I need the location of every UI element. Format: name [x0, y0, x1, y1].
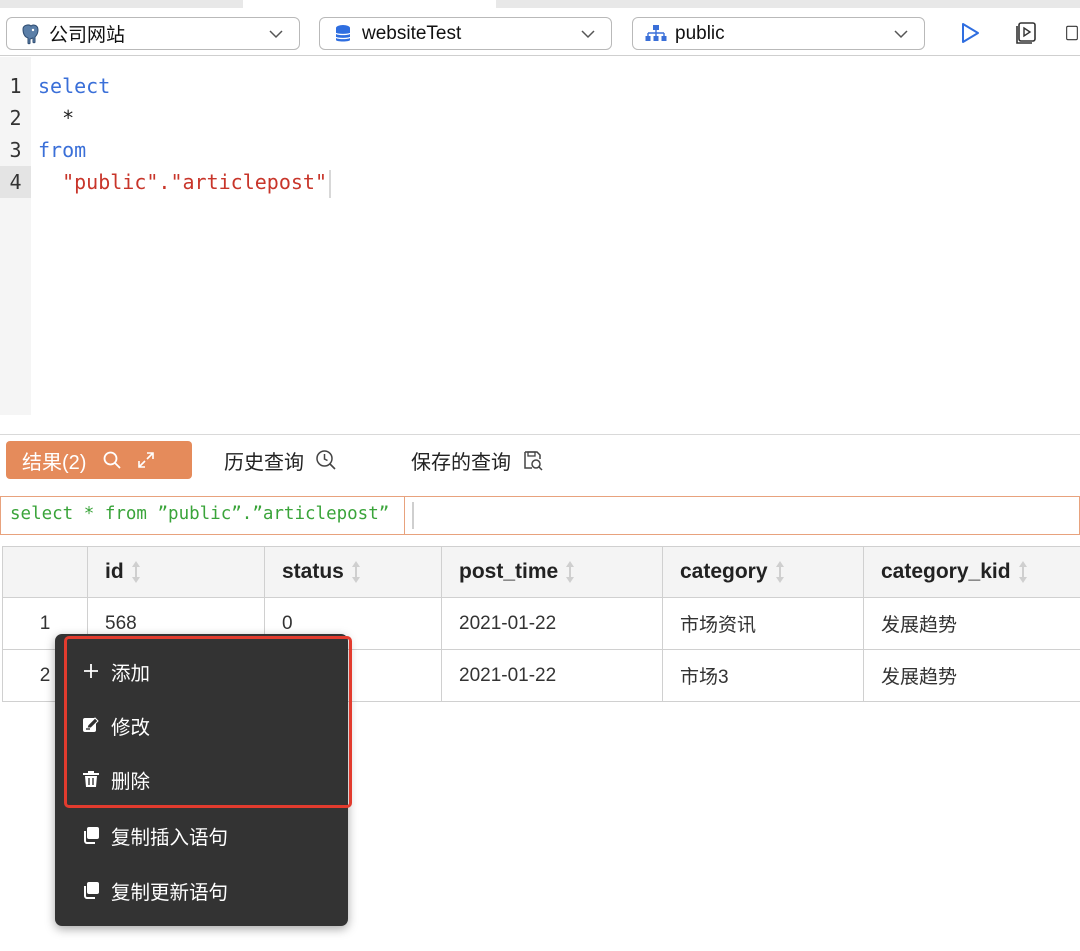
editor-line: 1 select: [0, 70, 1080, 102]
column-header-status[interactable]: status: [265, 547, 442, 597]
executed-query-text: select * from ”public”.”articlepost”: [10, 504, 390, 524]
column-header-post-time[interactable]: post_time: [442, 547, 663, 597]
column-header-category-kid[interactable]: category_kid: [864, 547, 1080, 597]
run-selection-button[interactable]: [1013, 20, 1039, 46]
column-header-label: category: [680, 560, 768, 583]
menu-item-label: 复制插入语句: [111, 826, 229, 849]
play-icon: [962, 23, 979, 43]
sql-editor[interactable]: 1 select 2 * 3 from 4 "public"."articlep…: [0, 57, 1080, 435]
row-context-menu: 添加 修改 删除 复制插入语句 复制更新语句: [55, 634, 348, 926]
query-bar-caret: [412, 502, 414, 529]
database-select[interactable]: websiteTest: [319, 17, 612, 50]
sort-arrows-icon[interactable]: [1017, 559, 1029, 585]
connection-select-value: 公司网站: [49, 25, 126, 46]
cell-post-time[interactable]: 2021-01-22: [442, 650, 663, 701]
copy-icon: [82, 826, 100, 844]
tab-history-label: 历史查询: [224, 451, 304, 474]
menu-item-edit[interactable]: 修改: [55, 700, 348, 750]
edit-icon: [82, 716, 100, 734]
result-tabs: 结果(2) 历史查询 保存的查询: [0, 436, 1080, 496]
column-header-label: category_kid: [881, 560, 1011, 583]
chevron-down-icon: [581, 30, 595, 39]
window-tab-strip: [0, 0, 1080, 8]
history-search-icon: [314, 448, 338, 472]
code-text: from: [38, 138, 87, 162]
tab-saved-label: 保存的查询: [411, 451, 511, 474]
query-display-bar[interactable]: select * from ”public”.”articlepost”: [0, 496, 1080, 535]
menu-item-delete[interactable]: 删除: [55, 754, 348, 804]
line-number: 4: [0, 166, 31, 198]
tab-results-label: 结果(2): [22, 451, 87, 474]
code-text: "public"."articlepost": [38, 166, 331, 198]
tab-results[interactable]: 结果(2): [6, 441, 192, 479]
cell-category[interactable]: 市场3: [663, 650, 864, 701]
column-header-label: post_time: [459, 560, 559, 583]
database-select-value: websiteTest: [362, 22, 462, 44]
window-button[interactable]: [1064, 20, 1080, 46]
column-header-label: status: [282, 560, 344, 583]
expand-icon[interactable]: [134, 448, 158, 472]
menu-item-copy-insert[interactable]: 复制插入语句: [55, 810, 348, 860]
column-header-id[interactable]: id: [88, 547, 265, 597]
text-caret: [328, 169, 331, 198]
sort-arrows-icon[interactable]: [350, 559, 362, 585]
query-bar-divider: [404, 497, 405, 534]
editor-line: 3 from: [0, 134, 1080, 166]
code-text: *: [38, 106, 75, 130]
column-header-category[interactable]: category: [663, 547, 864, 597]
run-query-button[interactable]: [957, 20, 983, 46]
tab-history[interactable]: 历史查询: [224, 441, 338, 479]
menu-item-label: 修改: [111, 716, 151, 739]
plus-icon: [82, 662, 100, 680]
postgres-elephant-icon: [19, 23, 41, 45]
cell-category-kid[interactable]: 发展趋势: [864, 598, 1080, 649]
schema-select-value: public: [675, 22, 725, 44]
menu-item-label: 删除: [111, 770, 151, 793]
cell-category-kid[interactable]: 发展趋势: [864, 650, 1080, 701]
code-string: "public"."articlepost": [38, 170, 327, 194]
menu-item-label: 添加: [111, 662, 151, 685]
column-header-label: id: [105, 560, 124, 583]
line-number: 3: [9, 138, 22, 162]
sort-arrows-icon[interactable]: [564, 559, 576, 585]
line-number: 1: [9, 74, 22, 98]
menu-item-add[interactable]: 添加: [55, 646, 348, 696]
active-window-tab[interactable]: [243, 0, 496, 8]
saved-search-icon: [521, 448, 545, 472]
row-index-header: [2, 547, 88, 597]
editor-line: 2 *: [0, 102, 1080, 134]
chevron-down-icon: [894, 30, 908, 39]
sort-arrows-icon[interactable]: [774, 559, 786, 585]
search-icon[interactable]: [100, 448, 124, 472]
editor-line-active: 4 "public"."articlepost": [0, 166, 1080, 198]
cell-category[interactable]: 市场资讯: [663, 598, 864, 649]
cell-post-time[interactable]: 2021-01-22: [442, 598, 663, 649]
tab-saved-queries[interactable]: 保存的查询: [411, 441, 545, 479]
toolbar: 公司网站 websiteTest public: [0, 8, 1080, 56]
trash-icon: [82, 770, 100, 788]
menu-item-label: 复制更新语句: [111, 881, 229, 904]
window-icon: [1066, 25, 1078, 41]
run-selection-icon: [1016, 22, 1036, 44]
connection-select[interactable]: 公司网站: [6, 17, 300, 50]
code-text: select: [38, 74, 111, 98]
chevron-down-icon: [269, 30, 283, 39]
line-number: 2: [9, 106, 22, 130]
menu-item-copy-update[interactable]: 复制更新语句: [55, 865, 348, 915]
sort-arrows-icon[interactable]: [130, 559, 142, 585]
schema-select[interactable]: public: [632, 17, 925, 50]
copy-icon: [82, 881, 100, 899]
table-header-row: id status post_time category category_ki…: [2, 547, 1080, 598]
database-icon: [332, 23, 354, 45]
schema-tree-icon: [645, 23, 667, 45]
